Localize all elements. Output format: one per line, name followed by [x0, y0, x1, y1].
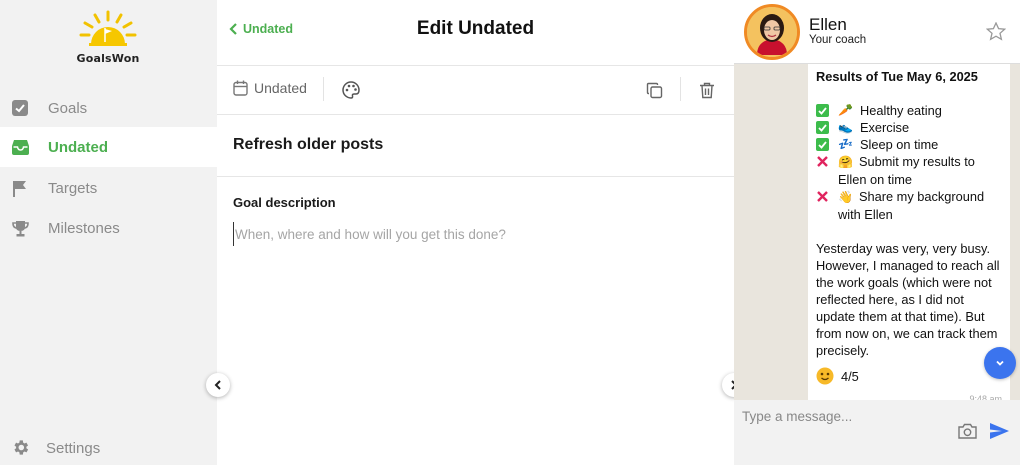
result-emoji: 🤗	[838, 155, 853, 169]
checkmark-icon	[816, 121, 829, 134]
gear-icon	[11, 438, 30, 462]
palette-icon	[342, 81, 360, 99]
delete-button[interactable]	[697, 80, 717, 100]
result-item: 🥕 Healthy eating	[816, 102, 1002, 119]
coach-name: Ellen	[809, 15, 847, 34]
rating-value: 4/5	[841, 368, 859, 384]
cross-icon	[816, 155, 829, 168]
toolbar-divider	[680, 77, 681, 101]
result-text: Submit my results to Ellen on time	[838, 154, 975, 187]
editor-header: Undated Edit Undated	[217, 0, 734, 66]
chat-message: Results of Tue May 6, 2025 🥕 Healthy eat…	[808, 58, 1010, 402]
calendar-icon	[233, 80, 248, 96]
page-title: Edit Undated	[416, 18, 535, 39]
sidebar-item-milestones[interactable]: Milestones	[0, 208, 217, 248]
goal-title[interactable]: Refresh older posts	[233, 136, 383, 154]
star-icon	[985, 21, 1007, 41]
scroll-to-bottom-button[interactable]	[984, 347, 1016, 379]
logo[interactable]: GoalsWon	[76, 10, 140, 68]
result-text: Share my background with Ellen	[838, 189, 985, 222]
editor-panel: Undated Edit Undated Undated Refresh old…	[206, 0, 746, 465]
checkbox-icon	[11, 99, 29, 117]
cross-icon	[816, 190, 829, 203]
avatar[interactable]	[744, 4, 800, 60]
description-input[interactable]	[233, 222, 713, 246]
send-button[interactable]	[989, 422, 1010, 445]
settings-label: Settings	[46, 440, 101, 457]
result-emoji: 💤	[838, 137, 853, 151]
coach-chat: Results of Tue May 6, 2025 🥕 Healthy eat…	[734, 0, 1020, 465]
result-emoji: 🥕	[838, 103, 853, 117]
result-emoji: 👋	[838, 190, 853, 204]
logo-text: GoalsWon	[76, 52, 140, 65]
chevron-left-icon	[214, 380, 221, 390]
message-input[interactable]	[742, 406, 942, 426]
chat-header: Ellen Your coach	[734, 0, 1020, 64]
result-item: 👟 Exercise	[816, 119, 1002, 136]
duplicate-button[interactable]	[644, 80, 664, 100]
favorite-button[interactable]	[985, 21, 1007, 46]
copy-icon	[646, 82, 662, 98]
result-text: Exercise	[860, 120, 910, 135]
result-emoji: 👟	[838, 120, 853, 134]
flag-icon	[11, 179, 29, 197]
rating: 4/5	[816, 367, 1002, 385]
chevron-down-icon	[996, 360, 1004, 366]
result-item: 💤 Sleep on time	[816, 136, 1002, 153]
collapse-sidebar-button[interactable]	[206, 373, 230, 397]
result-item: 👋 Share my background with Ellen	[816, 188, 1002, 223]
sidebar-item-label: Targets	[48, 179, 98, 197]
camera-icon	[958, 423, 977, 439]
sidebar-item-label: Undated	[48, 138, 108, 156]
divider	[217, 176, 734, 177]
checkmark-icon	[816, 138, 829, 151]
sidebar-item-label: Milestones	[48, 219, 120, 237]
toolbar-divider	[323, 77, 324, 101]
date-button[interactable]: Undated	[233, 80, 307, 96]
sidebar: GoalsWon Goals Undated Targets Milestone…	[0, 0, 217, 465]
send-icon	[990, 423, 1009, 439]
message-composer	[734, 400, 1020, 465]
camera-button[interactable]	[958, 423, 977, 444]
message-body: Yesterday was very, very busy. However, …	[816, 241, 1000, 358]
trash-icon	[700, 82, 714, 98]
coach-role: Your coach	[809, 34, 867, 46]
goal-toolbar: Undated	[217, 66, 734, 115]
date-button-label: Undated	[254, 80, 307, 96]
trophy-icon	[11, 219, 29, 237]
results-title: Results of Tue May 6, 2025	[816, 69, 978, 84]
result-text: Healthy eating	[860, 103, 942, 118]
sidebar-item-targets[interactable]: Targets	[0, 168, 217, 208]
smiley-icon	[816, 367, 834, 385]
settings-item[interactable]: Settings	[0, 428, 217, 465]
description-label: Goal description	[233, 195, 336, 210]
inbox-icon	[11, 138, 29, 156]
sun-flag-icon	[79, 10, 137, 46]
sidebar-item-undated[interactable]: Undated	[0, 127, 217, 167]
sidebar-item-goals[interactable]: Goals	[0, 88, 217, 128]
sidebar-item-label: Goals	[48, 99, 88, 117]
palette-button[interactable]	[341, 80, 361, 100]
result-item: 🤗 Submit my results to Ellen on time	[816, 153, 1002, 188]
result-text: Sleep on time	[860, 137, 939, 152]
checkmark-icon	[816, 104, 829, 117]
